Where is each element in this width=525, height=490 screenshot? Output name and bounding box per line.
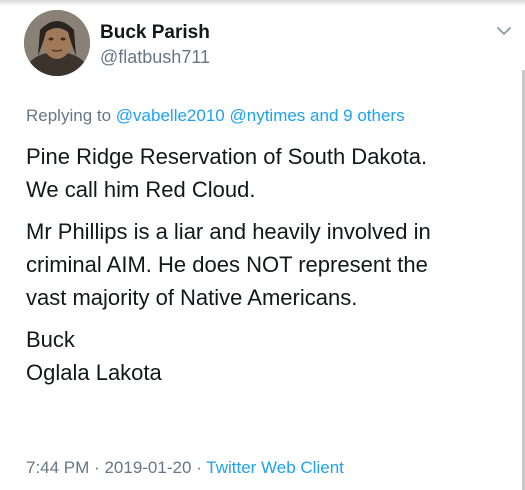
text-line: Pine Ridge Reservation of South Dakota. — [26, 144, 428, 169]
text-line: Oglala Lakota — [26, 360, 162, 385]
text-line: vast majority of Native Americans. — [26, 285, 358, 310]
display-name[interactable]: Buck Parish — [100, 22, 210, 44]
tweet-text: Pine Ridge Reservation of South Dakota. … — [26, 140, 506, 398]
meta-separator: · — [196, 458, 202, 477]
others-link[interactable]: 9 others — [343, 106, 404, 125]
client-link[interactable]: Twitter Web Client — [206, 458, 344, 477]
mention-link[interactable]: @nytimes — [229, 106, 305, 125]
tweet-card: Buck Parish @flatbush711 Replying to @va… — [0, 0, 525, 490]
text-line: criminal AIM. He does NOT represent the — [26, 252, 428, 277]
tweet-paragraph: Mr Phillips is a liar and heavily involv… — [26, 215, 506, 314]
replying-to-label: Replying to — [26, 106, 112, 125]
replying-to-line: Replying to @vabelle2010 @nytimes and 9 … — [26, 106, 405, 126]
chevron-down-icon[interactable] — [494, 24, 514, 38]
text-line: Buck — [26, 327, 75, 352]
and-label: and — [310, 106, 339, 125]
meta-separator: · — [94, 458, 100, 477]
text-line: We call him Red Cloud. — [26, 177, 256, 202]
tweet-date[interactable]: 2019-01-20 — [104, 458, 191, 477]
tweet-paragraph: Pine Ridge Reservation of South Dakota. … — [26, 140, 506, 206]
mention-link[interactable]: @vabelle2010 — [116, 106, 225, 125]
tweet-paragraph: Buck Oglala Lakota — [26, 323, 506, 389]
user-handle[interactable]: @flatbush711 — [100, 46, 210, 68]
tweet-time[interactable]: 7:44 PM — [26, 458, 89, 477]
text-line: Mr Phillips is a liar and heavily involv… — [26, 219, 431, 244]
author-names[interactable]: Buck Parish @flatbush711 — [100, 22, 210, 68]
tweet-header: Buck Parish @flatbush711 — [24, 10, 514, 80]
avatar[interactable] — [24, 10, 90, 76]
portrait-icon — [24, 10, 90, 76]
tweet-meta: 7:44 PM · 2019-01-20 · Twitter Web Clien… — [26, 458, 344, 478]
